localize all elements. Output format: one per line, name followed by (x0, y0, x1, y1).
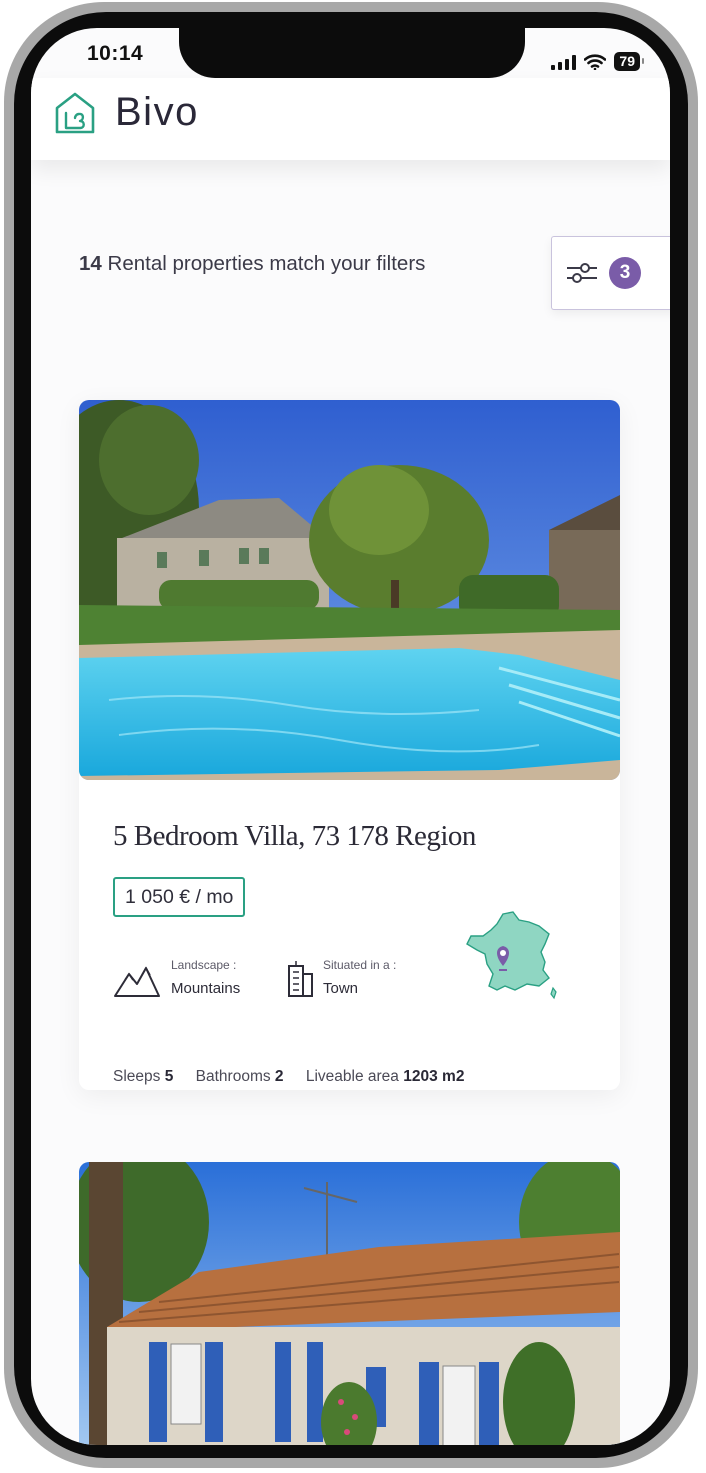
area-label: Liveable area (305, 1068, 399, 1085)
sleeps-label: Sleeps (113, 1068, 161, 1085)
landscape-value: Mountains (171, 980, 241, 997)
area-value: 1203 m2 (403, 1068, 465, 1085)
app-screen: 10:14 79 Bivo 14 Rental properties match… (31, 28, 670, 1445)
listing-card[interactable] (79, 1162, 620, 1445)
situated-label: Situated in a : (323, 958, 397, 972)
notch (179, 28, 525, 78)
sleeps-value: 5 (164, 1068, 174, 1085)
cottage-photo (79, 1162, 620, 1445)
filter-button[interactable]: 3 (551, 236, 670, 310)
wifi-icon (584, 53, 607, 70)
status-indicators: 79 (551, 52, 644, 71)
sliders-icon (567, 263, 597, 283)
situated-value: Town (323, 980, 359, 997)
villa-pool-photo (79, 400, 620, 780)
bathrooms-value: 2 (274, 1068, 284, 1085)
listing-price: 1 050 € / mo (113, 877, 246, 917)
app-header: Bivo (31, 78, 670, 160)
battery-indicator: 79 (614, 52, 644, 71)
bathrooms-label: Bathrooms (195, 1068, 271, 1085)
listing-card[interactable]: 5 Bedroom Villa, 73 178 Region 1 050 € /… (79, 400, 620, 1090)
active-filters-badge: 3 (609, 257, 641, 289)
listing-photo[interactable] (79, 400, 620, 780)
france-map-icon[interactable] (463, 908, 559, 1004)
landscape-label: Landscape : (171, 958, 237, 972)
results-count: 14 (79, 252, 102, 275)
status-time: 10:14 (87, 42, 144, 65)
house-logo-icon (55, 92, 95, 134)
signal-icon (551, 54, 577, 70)
listing-title[interactable]: 5 Bedroom Villa, 73 178 Region (113, 820, 476, 853)
listing-stats: Sleeps 5 Bathrooms 2 Liveable area 1203 … (113, 1068, 482, 1086)
results-label: Rental properties match your filters (107, 252, 426, 275)
mountains-icon (114, 966, 160, 997)
brand-name[interactable]: Bivo (115, 90, 199, 135)
results-summary: 14 Rental properties match your filters (79, 252, 425, 276)
building-icon (288, 961, 313, 997)
